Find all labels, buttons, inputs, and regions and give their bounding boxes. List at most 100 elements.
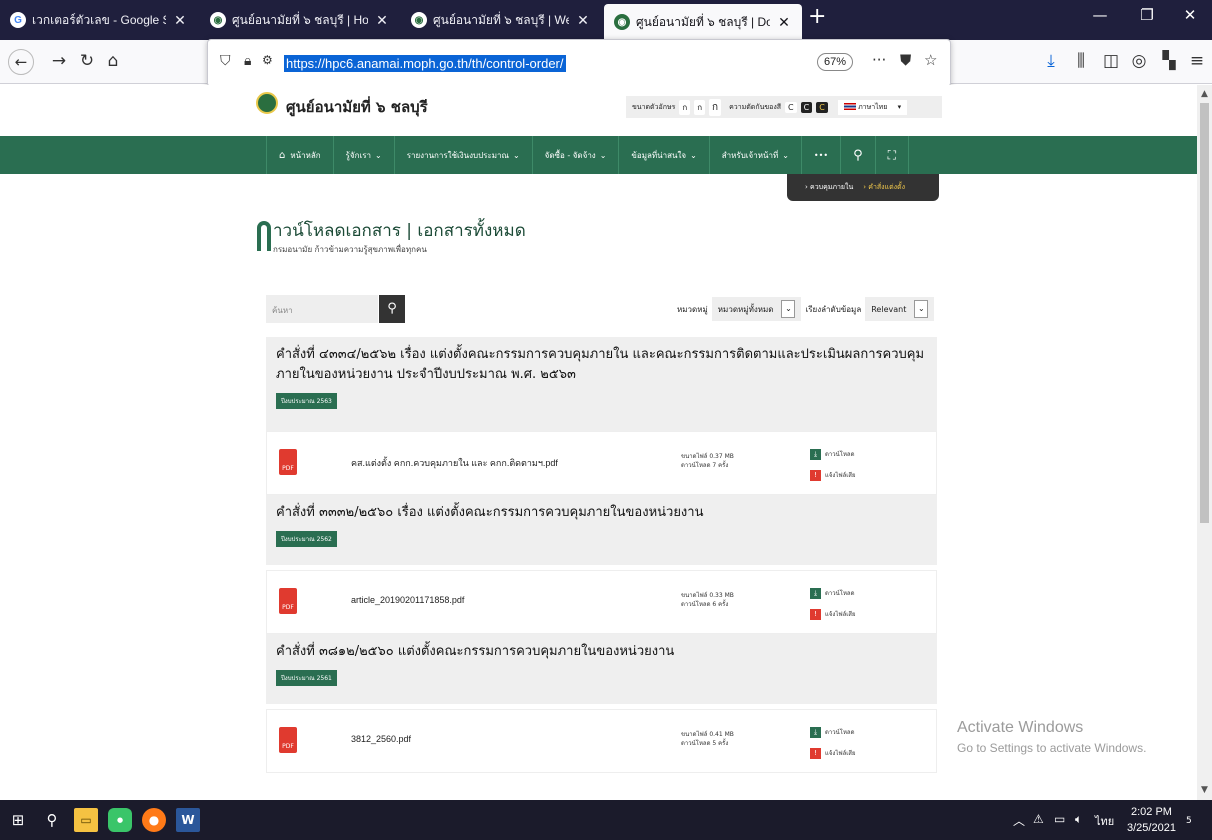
file-actions: ⤓ ดาวน์โหลด ! แจ้งไฟล์เสีย: [810, 446, 855, 488]
home-icon[interactable]: ⌂: [102, 51, 124, 71]
file-explorer-icon[interactable]: ▭: [74, 808, 98, 832]
library-icon[interactable]: ⫼: [1070, 51, 1092, 71]
address-bar[interactable]: ⛉ 🔒︎ ⚙ https://hpc6.anamai.moph.go.th/th…: [207, 39, 951, 87]
breadcrumb-item[interactable]: › ควบคุมภายใน: [805, 182, 853, 193]
minimize-window-icon[interactable]: —: [1085, 6, 1115, 24]
download-icon: ⤓: [810, 448, 821, 460]
url-text[interactable]: https://hpc6.anamai.moph.go.th/th/contro…: [284, 55, 566, 72]
tab-title: ศูนย์อนามัยที่ ๖ ชลบุรี | Home: [232, 12, 368, 27]
volume-muted-icon[interactable]: 🔈︎: [1075, 812, 1082, 827]
report-broken-file-button[interactable]: ! แจ้งไฟล์เสีย: [810, 606, 855, 622]
reload-icon[interactable]: ↻: [76, 51, 98, 71]
font-small-button[interactable]: ก: [679, 99, 691, 115]
forward-arrow-icon[interactable]: →: [48, 51, 70, 71]
permissions-icon[interactable]: ⚙: [262, 53, 273, 67]
contrast-normal-button[interactable]: C: [785, 101, 797, 113]
breadcrumb: › ควบคุมภายใน › คำสั่งแต่งตั้ง: [787, 174, 939, 201]
menu-item-procurement[interactable]: จัดซื้อ - จัดจ้าง ⌄: [533, 136, 620, 174]
font-size-label: ขนาดตัวอักษร: [632, 102, 676, 111]
taskbar-clock[interactable]: 2:02 PM 3/25/2021: [1127, 804, 1176, 836]
restore-window-icon[interactable]: ❐: [1132, 6, 1162, 24]
document-title[interactable]: คำสั่งที่ ๓๓๓๒/๒๕๖๐ เรื่อง แต่งตั้งคณะกร…: [276, 503, 927, 523]
category-select[interactable]: หมวดหมู่ทั้งหมด ⌄: [711, 297, 802, 321]
firefox-icon[interactable]: ●: [142, 808, 166, 832]
bookmark-star-icon[interactable]: ☆: [924, 51, 937, 69]
word-icon[interactable]: W: [176, 808, 200, 832]
menu-item-label: รู้จักเรา: [345, 150, 371, 160]
site-favicon-icon: ◉: [210, 12, 226, 28]
lock-icon[interactable]: 🔒︎: [244, 53, 251, 69]
browser-tab[interactable]: ◉ ศูนย์อนามัยที่ ๖ ชลบุรี | Weblink ✕: [401, 0, 601, 40]
report-broken-file-button[interactable]: ! แจ้งไฟล์เสีย: [810, 467, 855, 483]
pocket-icon[interactable]: ⛊: [900, 51, 911, 69]
sitemap-icon[interactable]: ⛶: [876, 136, 910, 174]
input-language[interactable]: ไทย: [1095, 812, 1114, 830]
file-name[interactable]: คส.แต่งตั้ง คกก.ควบคุมภายใน และ คกก.ติดต…: [351, 456, 558, 470]
page-scrollbar[interactable]: ▲ ▼: [1197, 85, 1212, 800]
zoom-level-button[interactable]: 67%: [817, 53, 854, 71]
close-icon[interactable]: ✕: [374, 12, 390, 29]
scroll-up-icon[interactable]: ▲: [1197, 89, 1212, 99]
menu-item-more[interactable]: •••: [802, 136, 842, 174]
menu-item-about[interactable]: รู้จักเรา ⌄: [334, 136, 395, 174]
breadcrumb-item-current[interactable]: › คำสั่งแต่งตั้ง: [863, 182, 905, 193]
download-button[interactable]: ⤓ ดาวน์โหลด: [810, 585, 855, 601]
fiscal-year-badge[interactable]: ปีงบประมาณ 2563: [276, 393, 337, 409]
search-icon: ⚲: [387, 301, 397, 316]
close-icon[interactable]: ✕: [776, 14, 792, 31]
search-icon[interactable]: ⚲: [841, 136, 876, 174]
document-title[interactable]: คำสั่งที่ ๔๓๓๔/๒๕๖๒ เรื่อง แต่งตั้งคณะกร…: [276, 345, 927, 385]
browser-tab-active[interactable]: ◉ ศูนย์อนามัยที่ ๖ ชลบุรี | Document ✕: [604, 4, 802, 40]
chat-icon[interactable]: ▭: [1054, 812, 1065, 826]
contrast-dark-button[interactable]: C: [800, 101, 813, 113]
page-actions-button[interactable]: ···: [872, 51, 886, 69]
file-info: ขนาดไฟล์ 0.37 MB ดาวน์โหลด 7 ครั้ง: [681, 452, 734, 470]
close-window-icon[interactable]: ✕: [1175, 6, 1205, 24]
extensions-icon[interactable]: ▚: [1158, 51, 1180, 71]
ministry-logo[interactable]: [256, 92, 278, 114]
fiscal-year-badge[interactable]: ปีงบประมาณ 2561: [276, 670, 337, 686]
account-icon[interactable]: ◎: [1128, 51, 1150, 71]
download-icon[interactable]: ⤓: [1040, 51, 1062, 71]
line-app-icon[interactable]: ●: [108, 808, 132, 832]
file-name[interactable]: 3812_2560.pdf: [351, 734, 411, 744]
font-medium-button[interactable]: ก: [694, 99, 706, 115]
close-icon[interactable]: ✕: [172, 12, 188, 29]
contrast-yellow-button[interactable]: C: [816, 101, 828, 113]
sidebar-icon[interactable]: ◫: [1100, 51, 1122, 71]
document-file-row: PDF article_20190201171858.pdf ขนาดไฟล์ …: [266, 570, 937, 634]
file-name[interactable]: article_20190201171858.pdf: [351, 595, 464, 605]
site-title[interactable]: ศูนย์อนามัยที่ ๖ ชลบุรี: [286, 95, 428, 119]
menu-item-information[interactable]: ข้อมูลที่น่าสนใจ ⌄: [619, 136, 710, 174]
network-warning-icon[interactable]: ⚠: [1033, 812, 1044, 826]
menu-item-budget-report[interactable]: รายงานการใช้เงินงบประมาณ ⌄: [395, 136, 533, 174]
search-input[interactable]: ค้นหา: [266, 295, 378, 323]
clock-date: 3/25/2021: [1127, 822, 1176, 834]
warning-icon: !: [810, 747, 821, 759]
download-button[interactable]: ⤓ ดาวน์โหลด: [810, 724, 855, 740]
menu-item-home[interactable]: ⌂ หน้าหลัก: [266, 136, 334, 174]
shield-icon[interactable]: ⛉: [220, 53, 231, 69]
sort-select[interactable]: Relevant ⌄: [865, 297, 935, 321]
scroll-down-icon[interactable]: ▼: [1197, 785, 1212, 795]
back-arrow-icon[interactable]: ←: [8, 49, 34, 75]
file-actions: ⤓ ดาวน์โหลด ! แจ้งไฟล์เสีย: [810, 585, 855, 627]
menu-item-staff[interactable]: สำหรับเจ้าหน้าที่ ⌄: [710, 136, 802, 174]
scrollbar-thumb[interactable]: [1200, 103, 1209, 523]
browser-tab[interactable]: G เวกเตอร์ตัวเลข - Google Search ✕: [0, 0, 198, 40]
menu-icon[interactable]: ≡: [1186, 51, 1208, 71]
search-button[interactable]: ⚲: [379, 295, 405, 323]
document-title[interactable]: คำสั่งที่ ๓๘๑๒/๒๕๖๐ แต่งตั้งคณะกรรมการคว…: [276, 642, 927, 662]
search-icon[interactable]: ⚲: [40, 808, 64, 832]
language-select[interactable]: ภาษาไทย ▾: [837, 99, 908, 115]
chevron-up-icon[interactable]: ︿: [1013, 812, 1025, 829]
font-large-button[interactable]: ก: [709, 98, 722, 116]
close-icon[interactable]: ✕: [575, 12, 591, 29]
fiscal-year-badge[interactable]: ปีงบประมาณ 2562: [276, 531, 337, 547]
report-broken-file-button[interactable]: ! แจ้งไฟล์เสีย: [810, 745, 855, 761]
notification-icon[interactable]: 5: [1186, 812, 1192, 826]
new-tab-button[interactable]: +: [808, 4, 826, 29]
download-button[interactable]: ⤓ ดาวน์โหลด: [810, 446, 855, 462]
windows-start-icon[interactable]: ⊞: [6, 808, 30, 832]
browser-tab[interactable]: ◉ ศูนย์อนามัยที่ ๖ ชลบุรี | Home ✕: [200, 0, 400, 40]
